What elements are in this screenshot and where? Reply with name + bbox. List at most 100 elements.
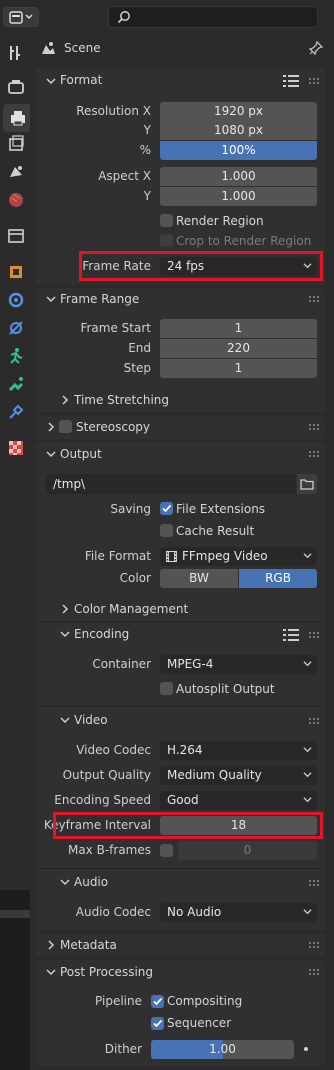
- encoding-speed-dropdown[interactable]: Good: [160, 791, 317, 810]
- resolution-percent-label: %: [139, 143, 151, 157]
- chevron-right-icon[interactable]: [60, 604, 70, 614]
- color-management-subpanel[interactable]: Color Management: [74, 598, 188, 620]
- output-path-input[interactable]: /tmp\: [46, 474, 296, 494]
- texture-icon[interactable]: [6, 438, 26, 458]
- scene-context-icon: [42, 42, 55, 54]
- keyframe-dot-icon[interactable]: [304, 1047, 308, 1051]
- resolution-y-label: Y: [143, 123, 151, 137]
- frame-end-field[interactable]: 220: [160, 339, 317, 358]
- physics-icon[interactable]: [6, 346, 26, 366]
- stereoscopy-checkbox[interactable]: [59, 420, 72, 433]
- autosplit-checkbox[interactable]: [160, 682, 173, 695]
- aspect-x-label: Aspect X: [98, 169, 151, 183]
- panel-drag-grip[interactable]: [309, 78, 319, 84]
- chevron-down-icon[interactable]: [60, 629, 70, 639]
- panel-drag-grip[interactable]: [309, 969, 319, 975]
- output-quality-dropdown[interactable]: Medium Quality: [160, 766, 317, 785]
- container-dropdown[interactable]: MPEG-4: [160, 655, 317, 674]
- pin-icon[interactable]: [308, 40, 324, 56]
- frame-start-field[interactable]: 1: [160, 319, 317, 338]
- chevron-down-icon: [303, 747, 312, 753]
- aspect-x-field[interactable]: 1.000: [160, 167, 317, 186]
- saving-label: Saving: [110, 502, 151, 516]
- video-subpanel-header[interactable]: Video: [74, 709, 108, 731]
- chevron-down-icon: [303, 553, 312, 559]
- stereoscopy-header[interactable]: Stereoscopy: [76, 415, 150, 439]
- panel-drag-grip[interactable]: [309, 880, 319, 886]
- chevron-down-icon[interactable]: [46, 76, 56, 86]
- chevron-right-icon[interactable]: [60, 395, 70, 405]
- editor-type-button[interactable]: [3, 7, 39, 27]
- search-input[interactable]: [108, 6, 318, 28]
- tab-output[interactable]: [3, 104, 30, 132]
- presets-list-icon[interactable]: [283, 74, 299, 88]
- crop-region-label: Crop to Render Region: [176, 234, 312, 248]
- output-header[interactable]: Output: [60, 442, 102, 466]
- resolution-x-field[interactable]: 1920 px: [160, 102, 317, 121]
- object-icon[interactable]: [6, 262, 26, 282]
- render-region-checkbox[interactable]: [160, 214, 173, 227]
- properties-tab-sidebar: [0, 34, 30, 890]
- world-icon[interactable]: [6, 190, 26, 210]
- max-bframes-label: Max B-frames: [67, 843, 151, 857]
- output-printer-icon: [11, 111, 25, 126]
- modifier-icon[interactable]: [6, 290, 26, 310]
- view-layer-icon[interactable]: [6, 134, 26, 154]
- browse-folder-button[interactable]: [297, 474, 317, 494]
- metadata-header[interactable]: Metadata: [60, 933, 117, 957]
- file-extensions-checkbox[interactable]: [160, 502, 173, 515]
- scene-icon[interactable]: [6, 162, 26, 182]
- sequencer-checkbox[interactable]: [151, 1017, 164, 1030]
- panel-drag-grip[interactable]: [309, 942, 319, 948]
- chevron-down-icon: [303, 797, 312, 803]
- checkmark-icon: [153, 997, 163, 1006]
- crop-region-checkbox[interactable]: [160, 234, 173, 247]
- panel-drag-grip[interactable]: [309, 718, 319, 724]
- audio-codec-dropdown[interactable]: No Audio: [160, 903, 317, 922]
- encoding-subpanel-header[interactable]: Encoding: [74, 623, 129, 645]
- presets-list-icon[interactable]: [283, 628, 299, 642]
- max-bframes-checkbox[interactable]: [160, 844, 173, 857]
- frame-range-header[interactable]: Frame Range: [60, 287, 139, 311]
- frame-step-field[interactable]: 1: [160, 359, 317, 378]
- chevron-right-icon[interactable]: [46, 940, 56, 950]
- dither-slider[interactable]: 1.00: [151, 1040, 294, 1059]
- render-icon[interactable]: [6, 77, 26, 97]
- file-format-label: File Format: [84, 549, 151, 563]
- compositing-checkbox[interactable]: [151, 995, 164, 1008]
- object-data-icon[interactable]: [6, 374, 26, 394]
- aspect-y-field[interactable]: 1.000: [160, 187, 317, 206]
- max-bframes-field[interactable]: 0: [178, 841, 317, 860]
- output-quality-label: Output Quality: [62, 768, 151, 782]
- file-format-dropdown[interactable]: FFmpeg Video: [160, 547, 317, 566]
- time-stretching-subpanel[interactable]: Time Stretching: [74, 389, 169, 411]
- color-bw-button[interactable]: BW: [160, 569, 238, 588]
- post-processing-header[interactable]: Post Processing: [60, 960, 153, 984]
- resolution-percent-slider[interactable]: 100%: [160, 141, 317, 160]
- chevron-down-icon[interactable]: [60, 715, 70, 725]
- sequencer-label: Sequencer: [167, 1016, 232, 1030]
- chevron-down-icon[interactable]: [60, 877, 70, 887]
- dither-label: Dither: [104, 1042, 142, 1056]
- chevron-down-icon[interactable]: [46, 967, 56, 977]
- format-header[interactable]: Format: [60, 68, 102, 92]
- chevron-down-icon[interactable]: [46, 449, 56, 459]
- video-codec-dropdown[interactable]: H.264: [160, 741, 317, 760]
- audio-subpanel-header[interactable]: Audio: [74, 871, 108, 893]
- collection-icon[interactable]: [6, 226, 26, 246]
- particles-icon[interactable]: [6, 318, 26, 338]
- resolution-y-field[interactable]: 1080 px: [160, 121, 317, 140]
- panel-drag-grip[interactable]: [309, 424, 319, 430]
- divider: [40, 621, 321, 622]
- chevron-down-icon[interactable]: [46, 294, 56, 304]
- tool-settings-icon[interactable]: [6, 43, 26, 63]
- panel-drag-grip[interactable]: [309, 632, 319, 638]
- color-rgb-button[interactable]: RGB: [239, 569, 317, 588]
- panel-drag-grip[interactable]: [309, 296, 319, 302]
- chevron-right-icon[interactable]: [46, 422, 56, 432]
- cache-result-checkbox[interactable]: [160, 524, 173, 537]
- panel-drag-grip[interactable]: [309, 451, 319, 457]
- chevron-down-icon: [303, 661, 312, 667]
- container-label: Container: [92, 657, 151, 671]
- constraints-icon[interactable]: [6, 402, 26, 422]
